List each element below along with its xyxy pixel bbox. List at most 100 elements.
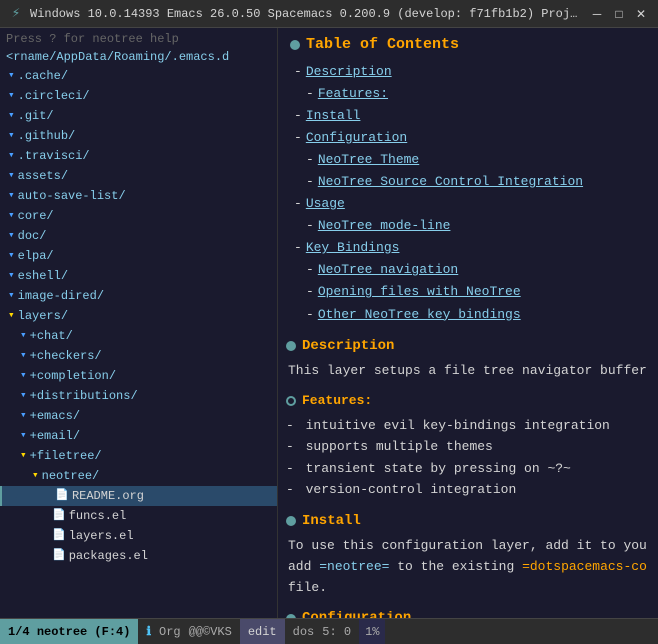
- folder-icon: ▾: [8, 168, 15, 185]
- tree-item-label: +distributions/: [30, 387, 138, 405]
- toc-link-neotree-theme[interactable]: NeoTree Theme: [318, 152, 419, 167]
- config-bullet: [286, 614, 296, 618]
- tree-item-autosave[interactable]: ▾ auto-save-list/: [0, 186, 277, 206]
- file-icon: 📄: [52, 548, 66, 565]
- install-bullet: [286, 516, 296, 526]
- folder-icon: ▾: [8, 248, 15, 265]
- feature-item-1: - intuitive evil key-bindings integratio…: [286, 415, 650, 437]
- folder-icon: ▾: [8, 268, 15, 285]
- folder-icon: ▾: [8, 228, 15, 245]
- tree-item-label: layers/: [18, 307, 68, 325]
- toc-link-description[interactable]: Description: [306, 64, 392, 79]
- tree-item-doc[interactable]: ▾ doc/: [0, 226, 277, 246]
- toc-config[interactable]: -Configuration: [286, 127, 650, 149]
- status-icons: @@©VKS: [189, 625, 232, 639]
- tree-item-readme[interactable]: ▸ 📄 README.org: [0, 486, 277, 506]
- tree-item-core[interactable]: ▾ core/: [0, 206, 277, 226]
- main-layout: Press ? for neotree help <rname/AppData/…: [0, 28, 658, 618]
- toc-link-other-bindings[interactable]: Other NeoTree key bindings: [318, 307, 521, 322]
- status-neotree-text: neotree (F:4): [37, 625, 131, 639]
- tree-item-neotree[interactable]: ▾ neotree/: [0, 466, 277, 486]
- status-info-area: ℹ Org @@©VKS: [138, 619, 239, 644]
- window-controls: ─ □ ✕: [588, 5, 650, 23]
- tree-item-github[interactable]: ▾ .github/: [0, 126, 277, 146]
- toc-navigation[interactable]: -NeoTree navigation: [286, 259, 650, 281]
- tree-item-label: core/: [18, 207, 54, 225]
- status-percent: 1%: [359, 619, 385, 644]
- folder-icon: ▾: [8, 208, 15, 225]
- feature-item-2: - supports multiple themes: [286, 436, 650, 458]
- install-body-3: file.: [286, 578, 650, 599]
- minimize-button[interactable]: ─: [588, 5, 606, 23]
- file-icon: 📄: [52, 528, 66, 545]
- tree-item-chat[interactable]: ▾ +chat/: [0, 326, 277, 346]
- feature-item-3: - transient state by pressing on ~?~: [286, 458, 650, 480]
- install-section-header: Install: [286, 511, 650, 532]
- tree-item-distributions[interactable]: ▾ +distributions/: [0, 386, 277, 406]
- toc-link-keybindings[interactable]: Key Bindings: [306, 240, 400, 255]
- folder-icon: ▾: [20, 348, 27, 365]
- toc-link-navigation[interactable]: NeoTree navigation: [318, 262, 458, 277]
- toc-link-usage[interactable]: Usage: [306, 196, 345, 211]
- folder-icon: ▾: [8, 188, 15, 205]
- tree-item-cache[interactable]: ▾ .cache/: [0, 66, 277, 86]
- sidebar-panel[interactable]: Press ? for neotree help <rname/AppData/…: [0, 28, 278, 618]
- toc-link-install[interactable]: Install: [306, 108, 361, 123]
- tree-item-label: +completion/: [30, 367, 116, 385]
- folder-open-icon: ▾: [8, 308, 15, 325]
- toc-link-source-control[interactable]: NeoTree Source Control Integration: [318, 174, 583, 189]
- tree-item-funcs[interactable]: 📄 funcs.el: [0, 506, 277, 526]
- toc-features[interactable]: -Features:: [286, 83, 650, 105]
- description-title: Description: [302, 336, 394, 357]
- tree-item-circleci[interactable]: ▾ .circleci/: [0, 86, 277, 106]
- toc-link-config[interactable]: Configuration: [306, 130, 407, 145]
- toc-other-bindings[interactable]: -Other NeoTree key bindings: [286, 304, 650, 326]
- tree-item-git[interactable]: ▾ .git/: [0, 106, 277, 126]
- toc-keybindings[interactable]: -Key Bindings: [286, 237, 650, 259]
- folder-icon: ▾: [8, 108, 15, 125]
- tree-item-label: neotree/: [42, 467, 100, 485]
- tree-item-completion[interactable]: ▾ +completion/: [0, 366, 277, 386]
- file-icon: 📄: [52, 508, 66, 525]
- toc-bullet: [290, 40, 300, 50]
- tree-item-imagedired[interactable]: ▾ image-dired/: [0, 286, 277, 306]
- tree-item-label: eshell/: [18, 267, 68, 285]
- folder-icon: ▾: [8, 128, 15, 145]
- toc-mode-line[interactable]: -NeoTree mode-line: [286, 215, 650, 237]
- maximize-button[interactable]: □: [610, 5, 628, 23]
- tree-item-emacs[interactable]: ▾ +emacs/: [0, 406, 277, 426]
- status-position: 1/4 neotree (F:4): [0, 619, 138, 644]
- toc-usage[interactable]: -Usage: [286, 193, 650, 215]
- toc-source-control[interactable]: -NeoTree Source Control Integration: [286, 171, 650, 193]
- tree-item-label: README.org: [72, 487, 144, 505]
- tree-item-assets[interactable]: ▾ assets/: [0, 166, 277, 186]
- tree-item-travisci[interactable]: ▾ .travisci/: [0, 146, 277, 166]
- tree-item-elpa[interactable]: ▾ elpa/: [0, 246, 277, 266]
- toc-description[interactable]: -Description: [286, 61, 650, 83]
- tree-item-layers[interactable]: ▾ layers/: [0, 306, 277, 326]
- tree-item-email[interactable]: ▾ +email/: [0, 426, 277, 446]
- tree-item-packages[interactable]: 📄 packages.el: [0, 546, 277, 566]
- toc-link-features[interactable]: Features:: [318, 86, 388, 101]
- status-org-mode: Org: [159, 625, 181, 639]
- tree-item-layers[interactable]: 📄 layers.el: [0, 526, 277, 546]
- tree-item-eshell[interactable]: ▾ eshell/: [0, 266, 277, 286]
- folder-icon: ▾: [8, 88, 15, 105]
- close-button[interactable]: ✕: [632, 5, 650, 23]
- window-title: Windows 10.0.14393 Emacs 26.0.50 Spacema…: [30, 7, 582, 21]
- tree-item-label: +checkers/: [30, 347, 102, 365]
- tree-item-label: layers.el: [69, 527, 134, 545]
- folder-icon: ▾: [20, 428, 27, 445]
- info-icon: ℹ: [146, 624, 151, 639]
- app-icon: ⚡: [8, 6, 24, 22]
- toc-link-mode-line[interactable]: NeoTree mode-line: [318, 218, 451, 233]
- tree-item-label: .github/: [18, 127, 76, 145]
- toc-neotree-theme[interactable]: -NeoTree Theme: [286, 149, 650, 171]
- toc-link-opening-files[interactable]: Opening files with NeoTree: [318, 284, 521, 299]
- toc-opening-files[interactable]: -Opening files with NeoTree: [286, 281, 650, 303]
- tree-item-checkers[interactable]: ▾ +checkers/: [0, 346, 277, 366]
- toc-install[interactable]: -Install: [286, 105, 650, 127]
- status-encoding-text: dos: [293, 625, 315, 639]
- section-bullet: [286, 341, 296, 351]
- tree-item-filetree[interactable]: ▾ +filetree/: [0, 446, 277, 466]
